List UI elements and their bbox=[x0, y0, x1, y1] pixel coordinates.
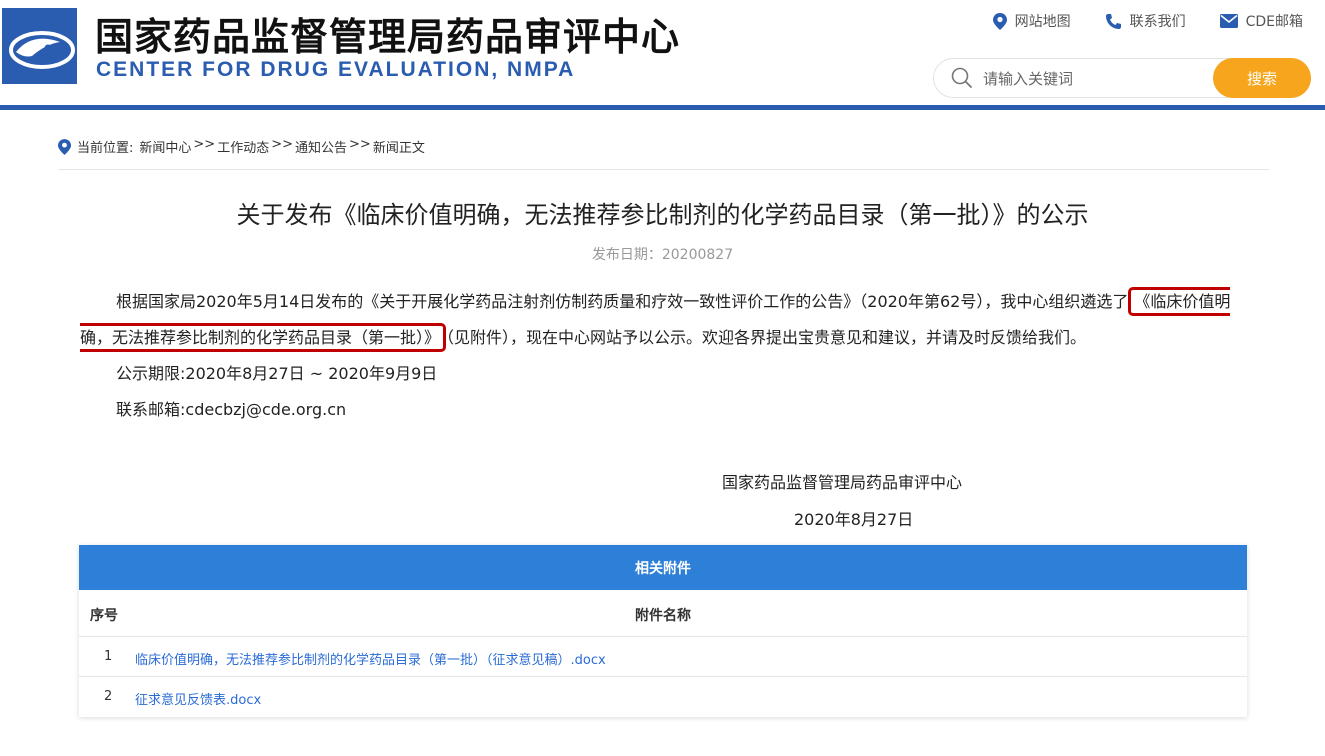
search-button[interactable]: 搜索 bbox=[1213, 58, 1311, 98]
location-pin-icon bbox=[58, 138, 71, 155]
top-links: 网站地图 联系我们 CDE邮箱 bbox=[992, 11, 1303, 31]
breadcrumb-work-updates[interactable]: 工作动态 bbox=[217, 137, 269, 156]
breadcrumb-prefix: 当前位置: bbox=[77, 141, 134, 156]
mail-icon bbox=[1219, 14, 1238, 28]
breadcrumb-separator: >> bbox=[193, 137, 216, 152]
attachment-number: 2 bbox=[104, 689, 113, 704]
header-divider bbox=[0, 105, 1325, 110]
search-box: 搜索 bbox=[933, 58, 1311, 98]
contact-link[interactable]: 联系我们 bbox=[1105, 11, 1186, 31]
breadcrumb-news-center[interactable]: 新闻中心 bbox=[139, 137, 191, 156]
site-title: 国家药品监督管理局药品审评中心 bbox=[95, 15, 681, 59]
contact-link-label: 联系我们 bbox=[1129, 14, 1186, 30]
article-paragraph: 根据国家局2020年5月14日发布的《关于开展化学药品注射剂仿制药质量和疗效一致… bbox=[80, 284, 1246, 356]
paragraph-text: 根据国家局2020年5月14日发布的《关于开展化学药品注射剂仿制药质量和疗效一致… bbox=[116, 292, 1129, 311]
phone-icon bbox=[1105, 13, 1121, 29]
attachments-header-row: 序号 附件名称 bbox=[79, 590, 1247, 637]
article-title: 关于发布《临床价值明确，无法推荐参比制剂的化学药品目录（第一批）》的公示 bbox=[236, 201, 1089, 229]
cde-logo-icon[interactable] bbox=[2, 8, 77, 84]
paragraph-text: （见附件），现在中心网站予以公示。欢迎各界提出宝贵意见和建议，并请及时反馈给我们… bbox=[446, 328, 1087, 347]
article-body: 根据国家局2020年5月14日发布的《关于开展化学药品注射剂仿制药质量和疗效一致… bbox=[80, 284, 1246, 428]
search-icon bbox=[951, 67, 972, 88]
breadcrumb-separator: >> bbox=[271, 137, 294, 152]
breadcrumb-notices[interactable]: 通知公告 bbox=[295, 137, 347, 156]
contact-email: 联系邮箱:cdecbzj@cde.org.cn bbox=[116, 400, 347, 419]
attachment-row: 1 临床价值明确，无法推荐参比制剂的化学药品目录（第一批）（征求意见稿）.doc… bbox=[79, 637, 1247, 677]
cde-mail-link-label: CDE邮箱 bbox=[1245, 14, 1303, 30]
cde-mail-link[interactable]: CDE邮箱 bbox=[1219, 11, 1303, 31]
attachments-panel: 相关附件 序号 附件名称 1 临床价值明确，无法推荐参比制剂的化学药品目录（第一… bbox=[79, 545, 1247, 717]
attachment-link[interactable]: 临床价值明确，无法推荐参比制剂的化学药品目录（第一批）（征求意见稿）.docx bbox=[135, 649, 606, 668]
publish-date: 发布日期：20200827 bbox=[591, 247, 734, 263]
sitemap-link-label: 网站地图 bbox=[1014, 14, 1071, 30]
column-name: 附件名称 bbox=[635, 608, 691, 624]
site-header: 国家药品监督管理局药品审评中心 CENTER FOR DRUG EVALUATI… bbox=[0, 0, 1325, 107]
attachments-heading: 相关附件 bbox=[79, 545, 1247, 590]
breadcrumb: 当前位置: 新闻中心 >> 工作动态 >> 通知公告 >> 新闻正文 bbox=[58, 137, 425, 156]
signature-date: 2020年8月27日 bbox=[794, 510, 914, 529]
sitemap-link[interactable]: 网站地图 bbox=[992, 11, 1071, 31]
search-input[interactable] bbox=[981, 66, 1195, 92]
site-subtitle: CENTER FOR DRUG EVALUATION, NMPA bbox=[96, 58, 576, 81]
breadcrumb-divider bbox=[58, 169, 1269, 170]
signature-org: 国家药品监督管理局药品审评中心 bbox=[722, 473, 963, 492]
breadcrumb-current: 新闻正文 bbox=[372, 141, 425, 156]
breadcrumb-separator: >> bbox=[349, 137, 371, 152]
location-pin-icon bbox=[992, 12, 1007, 30]
attachment-row: 2 征求意见反馈表.docx bbox=[79, 677, 1247, 716]
attachment-number: 1 bbox=[104, 649, 113, 664]
attachment-link[interactable]: 征求意见反馈表.docx bbox=[135, 689, 261, 708]
notice-period: 公示期限:2020年8月27日 ~ 2020年9月9日 bbox=[116, 364, 438, 383]
